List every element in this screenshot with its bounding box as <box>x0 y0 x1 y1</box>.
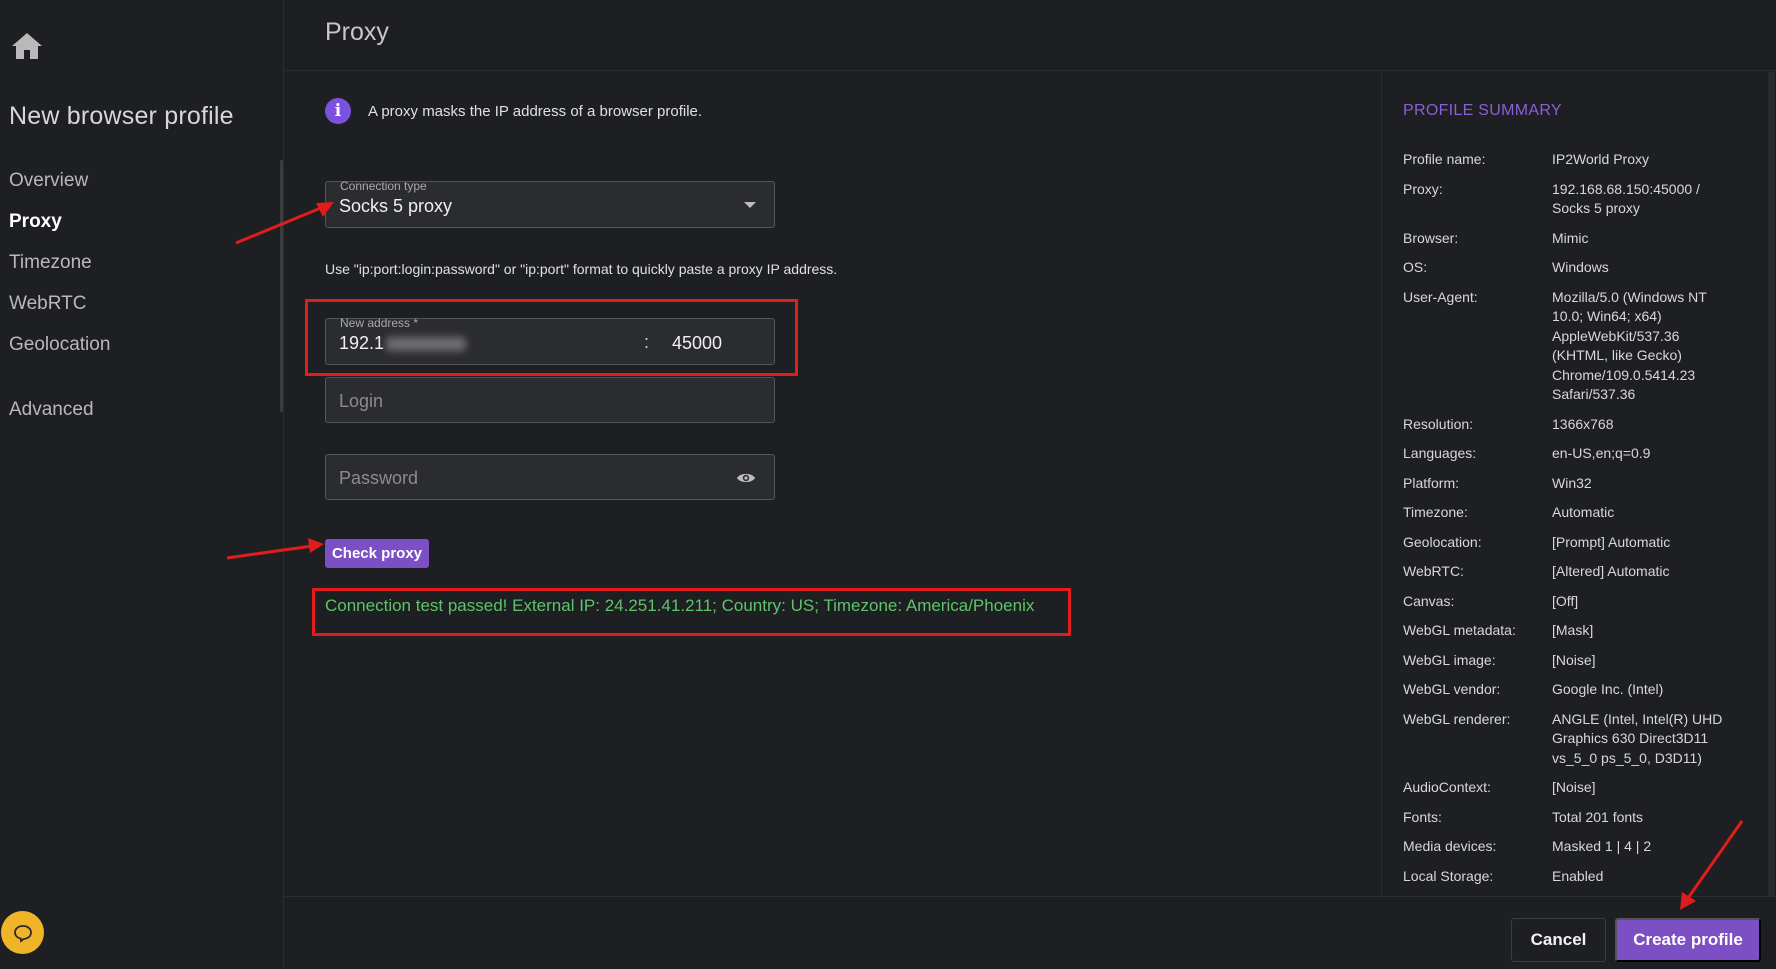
summary-value: [Prompt] Automatic <box>1552 533 1671 550</box>
summary-key: WebGL metadata: <box>1403 622 1516 638</box>
summary-row: User-Agent: Mozilla/5.0 (Windows NT 10.0;… <box>1403 288 1753 405</box>
profile-summary-panel: PROFILE SUMMARY Profile name: IP2World Pr… <box>1381 72 1776 896</box>
help-chat-button[interactable] <box>1 911 44 954</box>
paste-format-hint: Use "ip:port:login:password" or "ip:port… <box>325 261 838 277</box>
summary-key: Canvas: <box>1403 592 1455 609</box>
sidebar-item-overview[interactable]: Overview <box>9 168 110 209</box>
password-placeholder: Password <box>339 468 419 488</box>
summary-value: Mimic <box>1552 229 1589 246</box>
annotation-arrow-check-proxy <box>226 538 324 560</box>
connection-type-value: Socks 5 proxy <box>339 196 453 216</box>
summary-row: Proxy: 192.168.68.150:45000 / Socks 5 pro… <box>1403 180 1753 219</box>
summary-key: Browser: <box>1403 229 1459 246</box>
summary-value: [Altered] Automatic <box>1552 563 1670 579</box>
summary-list: Profile name: IP2World Proxy Proxy: 192.16… <box>1403 150 1753 896</box>
summary-value: ANGLE (Intel, Intel(R) UHD Graphics 630 … <box>1552 710 1723 766</box>
summary-value: IP2World Proxy <box>1552 151 1649 167</box>
summary-key: Fonts: <box>1403 808 1442 825</box>
summary-row: WebGL vendor: Google Inc. (Intel) <box>1403 680 1753 700</box>
summary-value: Mozilla/5.0 (Windows NT 10.0; Win64; x64… <box>1552 288 1707 403</box>
summary-key: Languages: <box>1403 445 1477 461</box>
summary-key: AudioContext: <box>1403 779 1491 795</box>
connection-type-label: Connection type <box>340 179 427 193</box>
info-text: A proxy masks the IP address of a browse… <box>368 102 703 120</box>
summary-value: 1366x768 <box>1552 415 1614 432</box>
check-proxy-button[interactable]: Check proxy <box>325 539 429 568</box>
annotation-box-result <box>312 588 1071 636</box>
summary-value: [Noise] <box>1552 651 1596 668</box>
home-icon[interactable] <box>10 30 44 62</box>
summary-row: WebRTC: [Altered] Automatic <box>1403 562 1753 582</box>
summary-row: WebGL renderer: ANGLE (Intel, Intel(R) UH… <box>1403 710 1753 769</box>
footer-actions: Cancel Create profile <box>285 896 1776 969</box>
summary-value: 192.168.68.150:45000 / Socks 5 proxy <box>1552 180 1700 217</box>
summary-row: Platform: Win32 <box>1403 474 1753 494</box>
summary-row: Geolocation: [Prompt] Automatic <box>1403 533 1753 553</box>
cancel-button[interactable]: Cancel <box>1511 918 1606 962</box>
summary-key: WebRTC: <box>1403 563 1464 579</box>
login-field[interactable]: Login <box>325 377 775 423</box>
password-field[interactable]: Password <box>325 454 775 500</box>
summary-row: OS: Windows <box>1403 258 1753 278</box>
summary-key: Proxy: <box>1403 180 1443 197</box>
summary-key: Profile name: <box>1403 151 1486 167</box>
summary-value: en-US,en;q=0.9 <box>1552 445 1651 461</box>
summary-value: Windows <box>1552 259 1609 275</box>
connection-type-select[interactable]: Connection type Socks 5 proxy <box>325 179 775 228</box>
summary-key: Platform: <box>1403 474 1460 491</box>
create-profile-button[interactable]: Create profile <box>1615 918 1761 962</box>
sidebar-item-timezone[interactable]: Timezone <box>9 250 110 291</box>
proxy-form: i A proxy masks the IP address of a brow… <box>285 72 1381 896</box>
summary-key: WebGL renderer: <box>1403 710 1511 727</box>
summary-key: WebGL vendor: <box>1403 681 1501 697</box>
summary-value: [Noise] <box>1552 779 1596 795</box>
summary-scrollbar[interactable] <box>1768 72 1775 896</box>
summary-row: Languages: en-US,en;q=0.9 <box>1403 444 1753 464</box>
summary-key: Timezone: <box>1403 504 1468 520</box>
eye-icon[interactable] <box>736 470 756 486</box>
page-title: Proxy <box>325 18 389 46</box>
chat-bubble-icon <box>13 924 32 943</box>
sidebar-item-proxy[interactable]: Proxy <box>9 209 110 250</box>
sidebar: New browser profile Overview Proxy Timez… <box>0 0 284 969</box>
annotation-arrow-connection-type <box>235 202 334 245</box>
sidebar-title: New browser profile <box>9 102 234 130</box>
summary-key: User-Agent: <box>1403 288 1478 305</box>
summary-key: Local Storage: <box>1403 867 1494 884</box>
page-header: Proxy <box>285 0 1776 71</box>
summary-row: Browser: Mimic <box>1403 229 1753 249</box>
summary-value: [Off] <box>1552 592 1579 609</box>
info-row: i A proxy masks the IP address of a brow… <box>325 98 702 124</box>
summary-value: [Mask] <box>1552 622 1594 638</box>
summary-key: Resolution: <box>1403 415 1474 432</box>
sidebar-item-geolocation[interactable]: Geolocation <box>9 332 110 373</box>
summary-key: OS: <box>1403 259 1428 275</box>
summary-key: Geolocation: <box>1403 533 1482 550</box>
summary-title: PROFILE SUMMARY <box>1403 102 1562 119</box>
annotation-box-address <box>305 299 798 376</box>
login-placeholder: Login <box>339 391 384 411</box>
info-icon: i <box>325 98 351 124</box>
summary-value: Win32 <box>1552 474 1592 491</box>
summary-value: Google Inc. (Intel) <box>1552 681 1664 697</box>
sidebar-nav: Overview Proxy Timezone WebRTC Geolocati… <box>9 168 110 438</box>
summary-row: AudioContext: [Noise] <box>1403 778 1753 798</box>
summary-row: WebGL metadata: [Mask] <box>1403 621 1753 641</box>
summary-row: Resolution: 1366x768 <box>1403 415 1753 435</box>
summary-key: Media devices: <box>1403 838 1497 854</box>
summary-row: Canvas: [Off] <box>1403 592 1753 612</box>
summary-row: Profile name: IP2World Proxy <box>1403 150 1753 170</box>
summary-value: Automatic <box>1552 504 1615 520</box>
summary-row: Timezone: Automatic <box>1403 503 1753 523</box>
chevron-down-icon[interactable] <box>744 202 756 208</box>
summary-row: WebGL image: [Noise] <box>1403 651 1753 671</box>
annotation-arrow-create-profile <box>1680 820 1744 910</box>
sidebar-item-advanced[interactable]: Advanced <box>9 397 110 438</box>
sidebar-item-webrtc[interactable]: WebRTC <box>9 291 110 332</box>
summary-key: WebGL image: <box>1403 651 1496 668</box>
